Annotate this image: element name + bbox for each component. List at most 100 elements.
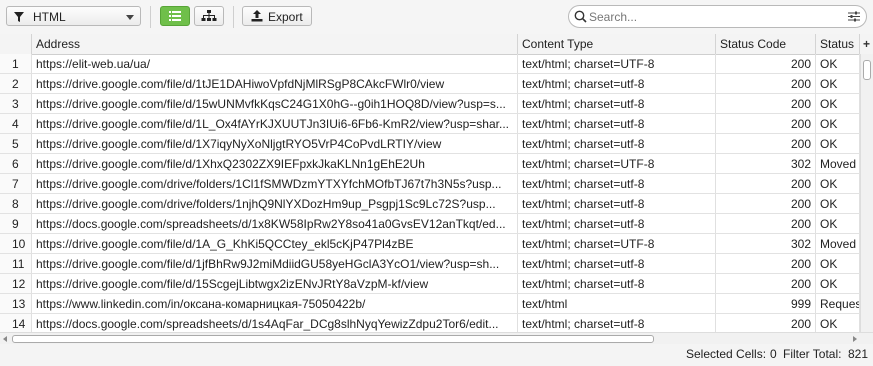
- cell-status[interactable]: OK: [816, 54, 860, 73]
- cell-content-type[interactable]: text/html; charset=UTF-8: [518, 54, 716, 73]
- row-number[interactable]: 7: [0, 174, 32, 193]
- cell-status[interactable]: OK: [816, 174, 860, 193]
- cell-status-code[interactable]: 302: [716, 154, 816, 173]
- cell-status-code[interactable]: 200: [716, 54, 816, 73]
- cell-content-type[interactable]: text/html; charset=UTF-8: [518, 154, 716, 173]
- cell-status-code[interactable]: 302: [716, 234, 816, 253]
- cell-address[interactable]: https://drive.google.com/drive/folders/1…: [32, 194, 518, 213]
- cell-address[interactable]: https://www.linkedin.com/in/оксана-комар…: [32, 294, 518, 313]
- cell-status[interactable]: OK: [816, 314, 860, 332]
- column-header-address[interactable]: Address: [32, 34, 518, 54]
- vertical-scrollbar-thumb[interactable]: [863, 60, 871, 80]
- row-number[interactable]: 5: [0, 134, 32, 153]
- cell-status[interactable]: OK: [816, 134, 860, 153]
- cell-status-code[interactable]: 200: [716, 94, 816, 113]
- cell-address[interactable]: https://drive.google.com/drive/folders/1…: [32, 174, 518, 193]
- add-column-button[interactable]: +: [860, 34, 873, 55]
- table-row[interactable]: 3 https://drive.google.com/file/d/15wUNMv…: [0, 94, 860, 114]
- column-header-content-type[interactable]: Content Type: [518, 34, 716, 54]
- cell-address[interactable]: https://drive.google.com/file/d/1tJE1DAH…: [32, 74, 518, 93]
- cell-status-code[interactable]: 200: [716, 74, 816, 93]
- table-row[interactable]: 12 https://drive.google.com/file/d/15Scge…: [0, 274, 860, 294]
- cell-content-type[interactable]: text/html; charset=utf-8: [518, 194, 716, 213]
- column-header-status[interactable]: Status: [816, 34, 860, 54]
- cell-status-code[interactable]: 200: [716, 314, 816, 332]
- cell-status[interactable]: OK: [816, 94, 860, 113]
- list-view-button[interactable]: [160, 6, 190, 26]
- cell-content-type[interactable]: text/html; charset=utf-8: [518, 114, 716, 133]
- cell-status-code[interactable]: 200: [716, 114, 816, 133]
- search-box[interactable]: [568, 5, 867, 28]
- table-row[interactable]: 7 https://drive.google.com/drive/folders/…: [0, 174, 860, 194]
- row-number[interactable]: 3: [0, 94, 32, 113]
- search-input[interactable]: [589, 9, 839, 24]
- cell-address[interactable]: https://drive.google.com/file/d/1A_G_KhK…: [32, 234, 518, 253]
- cell-content-type[interactable]: text/html; charset=UTF-8: [518, 234, 716, 253]
- row-number[interactable]: 1: [0, 54, 32, 73]
- cell-status[interactable]: Reques: [816, 294, 860, 313]
- horizontal-scrollbar-thumb[interactable]: [12, 335, 654, 343]
- cell-address[interactable]: https://drive.google.com/file/d/1X7iqyNy…: [32, 134, 518, 153]
- table-row[interactable]: 9 https://docs.google.com/spreadsheets/d/…: [0, 214, 860, 234]
- cell-content-type[interactable]: text/html: [518, 294, 716, 313]
- table-row[interactable]: 14 https://docs.google.com/spreadsheets/d…: [0, 314, 860, 332]
- cell-content-type[interactable]: text/html; charset=utf-8: [518, 274, 716, 293]
- cell-status[interactable]: OK: [816, 114, 860, 133]
- table-row[interactable]: 6 https://drive.google.com/file/d/1XhxQ23…: [0, 154, 860, 174]
- vertical-scrollbar[interactable]: [860, 54, 873, 332]
- row-number[interactable]: 10: [0, 234, 32, 253]
- export-button[interactable]: Export: [242, 6, 312, 26]
- tree-view-button[interactable]: [194, 6, 224, 26]
- row-number[interactable]: 12: [0, 274, 32, 293]
- table-row[interactable]: 10 https://drive.google.com/file/d/1A_G_K…: [0, 234, 860, 254]
- cell-address[interactable]: https://drive.google.com/file/d/1jfBhRw9…: [32, 254, 518, 273]
- cell-status[interactable]: OK: [816, 254, 860, 273]
- cell-status-code[interactable]: 200: [716, 254, 816, 273]
- cell-status-code[interactable]: 200: [716, 214, 816, 233]
- cell-status-code[interactable]: 999: [716, 294, 816, 313]
- cell-address[interactable]: https://docs.google.com/spreadsheets/d/1…: [32, 314, 518, 332]
- cell-status[interactable]: OK: [816, 194, 860, 213]
- cell-status-code[interactable]: 200: [716, 174, 816, 193]
- cell-content-type[interactable]: text/html; charset=utf-8: [518, 134, 716, 153]
- table-row[interactable]: 11 https://drive.google.com/file/d/1jfBhR…: [0, 254, 860, 274]
- row-number[interactable]: 14: [0, 314, 32, 332]
- row-number[interactable]: 13: [0, 294, 32, 313]
- table-row[interactable]: 1 https://elit-web.ua/ua/text/html; chars…: [0, 54, 860, 74]
- table-row[interactable]: 4 https://drive.google.com/file/d/1L_Ox4f…: [0, 114, 860, 134]
- column-header-status-code[interactable]: Status Code: [716, 34, 816, 54]
- table-row[interactable]: 13 https://www.linkedin.com/in/оксана-ком…: [0, 294, 860, 314]
- cell-status[interactable]: Moved: [816, 234, 860, 253]
- row-number[interactable]: 11: [0, 254, 32, 273]
- table-row[interactable]: 8 https://drive.google.com/drive/folders/…: [0, 194, 860, 214]
- cell-address[interactable]: https://drive.google.com/file/d/15ScgejL…: [32, 274, 518, 293]
- cell-address[interactable]: https://drive.google.com/file/d/1L_Ox4fA…: [32, 114, 518, 133]
- cell-address[interactable]: https://elit-web.ua/ua/: [32, 54, 518, 73]
- cell-content-type[interactable]: text/html; charset=utf-8: [518, 94, 716, 113]
- cell-content-type[interactable]: text/html; charset=utf-8: [518, 174, 716, 193]
- table-row[interactable]: 2 https://drive.google.com/file/d/1tJE1DA…: [0, 74, 860, 94]
- row-number[interactable]: 9: [0, 214, 32, 233]
- cell-status[interactable]: OK: [816, 214, 860, 233]
- cell-address[interactable]: https://drive.google.com/file/d/1XhxQ230…: [32, 154, 518, 173]
- scroll-left-icon[interactable]: [3, 336, 7, 342]
- scroll-right-icon[interactable]: [853, 336, 857, 342]
- cell-status-code[interactable]: 200: [716, 194, 816, 213]
- filter-dropdown[interactable]: HTML: [6, 6, 141, 26]
- cell-content-type[interactable]: text/html; charset=utf-8: [518, 254, 716, 273]
- cell-status[interactable]: Moved: [816, 154, 860, 173]
- cell-status[interactable]: OK: [816, 274, 860, 293]
- table-row[interactable]: 5 https://drive.google.com/file/d/1X7iqyN…: [0, 134, 860, 154]
- cell-address[interactable]: https://drive.google.com/file/d/15wUNMvf…: [32, 94, 518, 113]
- row-number[interactable]: 4: [0, 114, 32, 133]
- row-number[interactable]: 2: [0, 74, 32, 93]
- cell-status-code[interactable]: 200: [716, 134, 816, 153]
- cell-status[interactable]: OK: [816, 74, 860, 93]
- cell-content-type[interactable]: text/html; charset=utf-8: [518, 74, 716, 93]
- cell-content-type[interactable]: text/html; charset=utf-8: [518, 214, 716, 233]
- cell-content-type[interactable]: text/html; charset=utf-8: [518, 314, 716, 332]
- row-number[interactable]: 8: [0, 194, 32, 213]
- row-number[interactable]: 6: [0, 154, 32, 173]
- search-settings-icon[interactable]: [848, 11, 860, 22]
- cell-address[interactable]: https://docs.google.com/spreadsheets/d/1…: [32, 214, 518, 233]
